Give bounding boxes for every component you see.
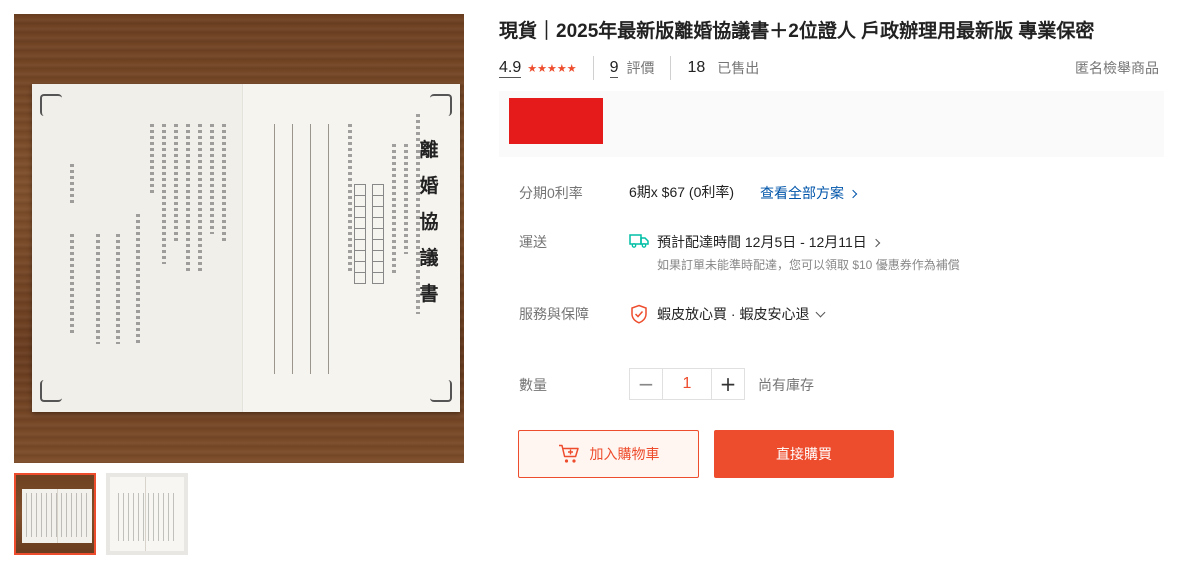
document-right-page: 離婚協議書 [244,84,460,412]
ruled-line [274,124,275,374]
chevron-right-icon [848,189,858,199]
quantity-stepper: − + [629,368,745,400]
text-column [392,144,396,274]
product-title: 現貨｜2025年最新版離婚協議書＋2位證人 戶政辦理用最新版 專業保密 [499,21,1095,42]
corner-ornament [430,94,452,116]
add-to-cart-label: 加入購物車 [589,446,660,462]
text-column [186,124,190,274]
form-boxes [372,184,384,284]
document-left-page [32,84,242,412]
installment-value: 6期x $67 (0利率) [629,184,735,200]
star-rating-icon: ★★★★★ [527,62,577,75]
text-column [70,234,74,334]
ruled-line [310,124,311,374]
quantity-label: 數量 [519,377,547,393]
product-stats: 4.9 ★★★★★ 9 評價 18 已售出 匿名檢舉商品 [499,56,1159,80]
document-photo: 離婚協議書 [32,84,460,412]
service-guarantee-text: 蝦皮放心買 · 蝦皮安心退 [657,306,810,322]
shipping-label: 運送 [519,234,547,250]
thumbnail-text [118,493,176,541]
text-column [198,124,202,274]
shield-icon [631,304,647,324]
sold-count: 18 [687,59,706,76]
reviews-label: 評價 [626,60,655,76]
report-link[interactable]: 匿名檢舉商品 [1075,58,1159,78]
document-title: 離婚協議書 [419,139,439,305]
increase-quantity-button[interactable]: + [712,369,744,399]
truck-icon [629,234,649,248]
delivery-estimate[interactable]: 預計配達時間 12月5日 - 12月11日 [657,232,881,252]
corner-ornament [40,380,62,402]
buy-now-button[interactable]: 直接購買 [714,430,894,478]
installment-label: 分期0利率 [519,185,583,201]
service-guarantee[interactable]: 蝦皮放心買 · 蝦皮安心退 [657,304,826,324]
text-column [404,144,408,254]
sold-label: 已售出 [717,60,760,76]
service-label: 服務與保障 [519,306,589,322]
price-section [499,91,1164,157]
text-column [96,234,100,344]
divider [592,56,594,80]
text-column [150,124,154,194]
thumbnail-text [26,493,88,537]
decrease-quantity-button[interactable]: − [630,369,662,399]
stock-status: 尚有庫存 [758,377,814,393]
divider [670,56,672,80]
reviews-count[interactable]: 9 [609,59,619,78]
text-column [70,164,74,204]
view-all-plans-link[interactable]: 查看全部方案 [760,183,858,203]
delivery-guarantee-note: 如果訂單未能準時配達，您可以領取 $10 優惠券作為補償 [657,258,960,272]
text-column [348,124,352,274]
text-column [222,124,226,244]
chevron-right-icon [871,238,881,248]
main-product-image[interactable]: 離婚協議書 [14,14,464,463]
corner-ornament [40,94,62,116]
price-redaction [509,98,603,144]
delivery-estimate-text: 預計配達時間 12月5日 - 12月11日 [657,234,867,250]
form-boxes [354,184,366,284]
ruled-line [328,124,329,374]
ruled-line [292,124,293,374]
add-to-cart-button[interactable]: 加入購物車 [518,430,699,478]
rating-score[interactable]: 4.9 [499,59,522,78]
add-to-cart-icon [558,444,579,463]
quantity-input[interactable] [662,369,712,399]
thumbnail-2[interactable] [106,473,188,555]
chevron-down-icon [816,307,826,318]
view-all-plans-label: 查看全部方案 [760,185,844,201]
text-column [136,214,140,344]
text-column [174,124,178,244]
text-column [162,124,166,264]
text-column [210,124,214,234]
corner-ornament [430,380,452,402]
thumbnail-strip [14,473,188,555]
text-column [116,234,120,344]
thumbnail-1[interactable] [14,473,96,555]
